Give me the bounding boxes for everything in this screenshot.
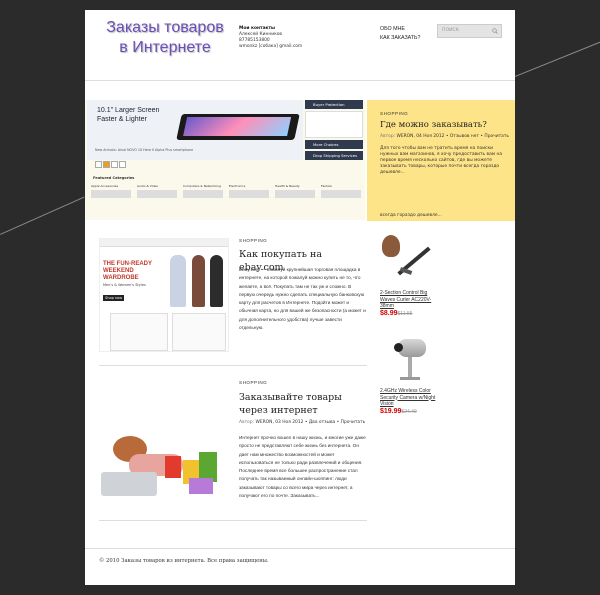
search-placeholder: ПОИСК	[442, 28, 459, 33]
side-item-protection[interactable]: Buyer Protection	[305, 100, 363, 109]
nav-how-to-order[interactable]: КАК ЗАКАЗАТЬ?	[380, 34, 420, 43]
featured-excerpt: Для того чтобы вам не тратить время на п…	[380, 146, 503, 175]
product1-link[interactable]: 2-Section Control Big Waves Curler AC220…	[380, 290, 440, 310]
post1-img-list	[110, 313, 168, 351]
post1-image[interactable]: THE FUN-READY WEEKEND WARDROBE Men's & W…	[99, 238, 229, 352]
side-item-shipping[interactable]: Drop Shipping Services	[305, 151, 363, 160]
slider-promo: 10.1" Larger Screen Faster & Lighter New…	[87, 100, 303, 168]
model-figure	[170, 255, 186, 307]
product2-link[interactable]: 2.4GHz Wireless Color Security Camera w/…	[380, 388, 442, 408]
product2-price: $19.99$24.40	[380, 408, 417, 415]
post2-read-more[interactable]: Прочитать	[341, 420, 366, 425]
product2-image[interactable]	[390, 335, 430, 387]
main-nav: ОБО МНЕ КАК ЗАКАЗАТЬ?	[380, 25, 420, 43]
post1-category[interactable]: SHOPPING	[239, 238, 267, 243]
featured-caption: SHOPPING Где можно заказывать? Автор: WE…	[367, 100, 515, 212]
post-divider	[99, 520, 367, 521]
bg-line	[0, 196, 85, 235]
product2-old-price: $24.40	[401, 409, 417, 415]
post2-excerpt: Интернет прочно вошел в нашу жизнь, и мн…	[239, 435, 366, 499]
model-figure	[192, 255, 205, 307]
bg-line	[515, 40, 600, 77]
laptop	[101, 472, 157, 496]
footer-divider	[85, 548, 515, 549]
post1-img-signin	[172, 313, 226, 351]
category-item[interactable]: Apple Accessories	[91, 184, 131, 198]
slider-dots	[95, 153, 126, 172]
featured-meta: Автор: WERON, 04 Ноя 2012 • Отзывов нет …	[380, 134, 510, 139]
contacts-name: Алексей Кинников	[239, 31, 283, 37]
product1-image[interactable]	[380, 233, 431, 283]
contacts-title: Мои контакты	[239, 26, 276, 31]
post2-category[interactable]: SHOPPING	[239, 380, 267, 385]
post2-meta: Автор: WERON, 03 Ноя 2012 • Два отзыва •…	[239, 420, 366, 425]
footer-copyright: © 2010 Заказы товаров из интернета. Все …	[99, 558, 269, 564]
contacts-email: wmonkz [собака] gmail.com	[239, 43, 303, 49]
category-item[interactable]: Fashion	[321, 184, 361, 198]
featured-read-more[interactable]: Прочитать	[484, 134, 509, 139]
product1-price: $8.99$11.55	[380, 310, 413, 317]
shopping-bag	[189, 478, 213, 494]
slider-caption: New Arrivals: Ainol NOVO 10 Hero II Alph…	[95, 148, 194, 152]
nav-about[interactable]: ОБО МНЕ	[380, 25, 420, 34]
post2-image[interactable]	[99, 420, 227, 506]
featured-title[interactable]: Где можно заказывать?	[380, 120, 510, 130]
featured-bar-text: всегда гораздо дешевле...	[380, 213, 442, 218]
category-item[interactable]: Computers & Networking	[183, 184, 223, 198]
model-figure	[210, 255, 223, 307]
product1-old-price: $11.55	[397, 311, 413, 317]
logo-line1: Заказы товаров	[106, 19, 224, 36]
post2-title[interactable]: Заказывайте товары через интернет	[239, 391, 367, 417]
post1-img-button: Shop now	[103, 295, 125, 301]
logo-line2: в Интернете	[119, 39, 211, 56]
slider-side-menu: Buyer Protection More Choices Drop Shipp…	[305, 100, 363, 162]
category-item[interactable]: Health & Beauty	[275, 184, 315, 198]
featured-category[interactable]: SHOPPING	[380, 111, 408, 116]
side-item-blank	[305, 111, 363, 138]
site-logo[interactable]: Заказы товаров в Интернете	[99, 18, 231, 66]
search-icon[interactable]	[492, 28, 498, 34]
contacts: Мои контакты Алексей Кинников 8778515380…	[239, 26, 329, 50]
promo-line2: Faster & Lighter	[97, 116, 147, 123]
tablet-image	[176, 114, 300, 140]
header-divider	[85, 80, 515, 81]
featured-categories-title: Featured Categories	[93, 176, 135, 180]
search-input[interactable]: ПОИСК	[437, 24, 502, 38]
post-divider	[99, 365, 367, 366]
tablet-screen	[183, 117, 292, 136]
post1-img-banner: THE FUN-READY WEEKEND WARDROBE	[103, 261, 152, 281]
shopping-bag	[165, 456, 181, 478]
category-item[interactable]: Electronics	[229, 184, 269, 198]
side-item-choices[interactable]: More Choices	[305, 140, 363, 149]
post1-excerpt: Ebay.com — пожалуй крупнейшая торговая п…	[239, 267, 366, 331]
contacts-phone: 87785153800	[239, 37, 270, 43]
promo-line1: 10.1" Larger Screen	[97, 107, 160, 114]
page: Заказы товаров в Интернете Мои контакты …	[85, 10, 515, 585]
featured-bar: всегда гораздо дешевле...	[367, 210, 515, 221]
post1-img-sub: Men's & Women's Styles	[103, 283, 146, 287]
featured-slider[interactable]: 10.1" Larger Screen Faster & Lighter New…	[85, 100, 365, 220]
category-item[interactable]: Audio & Video	[137, 184, 177, 198]
